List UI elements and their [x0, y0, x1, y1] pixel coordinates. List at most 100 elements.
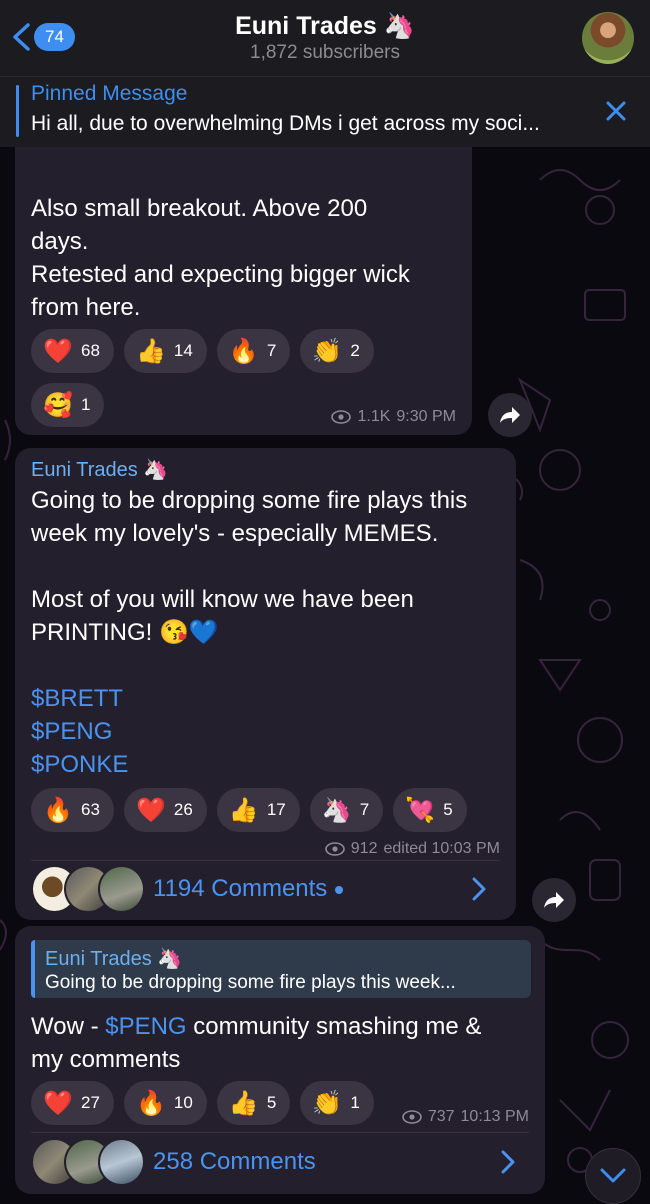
chevron-right-icon [501, 1150, 515, 1174]
message-bubble[interactable]: Euni Trades 🦄 Going to be dropping some … [15, 926, 545, 1194]
channel-avatar[interactable] [582, 12, 634, 64]
scroll-down-button[interactable] [585, 1148, 641, 1204]
reactions-row: 🔥 63 ❤️ 26 👍 17 🦄 7 💘 5 [31, 788, 467, 832]
thumbs-up-icon: 👍 [135, 337, 166, 365]
message-text: Also small breakout. Above 200 days. Ret… [31, 192, 410, 324]
message-line: week my lovely's - especially MEMES. [31, 520, 439, 547]
message-text: Going to be dropping some fire plays thi… [31, 484, 467, 781]
ticker-link[interactable]: $PENG [31, 715, 467, 748]
reaction-unicorn[interactable]: 🦄 7 [309, 788, 384, 832]
reaction-thumbs-up[interactable]: 👍 5 [216, 1081, 291, 1125]
message-meta: 1.1K 9:30 PM [331, 408, 456, 426]
reaction-heart[interactable]: ❤️ 27 [31, 1081, 114, 1125]
message-line: my comments [31, 1046, 181, 1073]
clap-icon: 👏 [312, 337, 343, 365]
heart-icon: ❤️ [43, 337, 73, 365]
message-time: 10:13 PM [460, 1108, 529, 1125]
chat-header: 74 Euni Trades 🦄 1,872 subscribers [0, 0, 650, 76]
forward-button[interactable] [488, 393, 532, 437]
reaction-count: 17 [266, 800, 286, 819]
reaction-count: 2 [350, 341, 360, 360]
message-line: Most of you will know we have been [31, 586, 414, 613]
reactions-row: ❤️ 27 🔥 10 👍 5 👏 1 [31, 1081, 374, 1125]
message-line: PRINTING! 😘💙 [31, 619, 219, 646]
reaction-clap[interactable]: 👏 1 [300, 1081, 374, 1125]
reaction-count: 5 [443, 800, 453, 819]
commenter-avatars [31, 1138, 145, 1186]
smiling-hearts-icon: 🥰 [43, 391, 73, 419]
reaction-count: 63 [81, 800, 100, 819]
reaction-count: 7 [266, 341, 277, 360]
reaction-clap[interactable]: 👏 2 [300, 329, 374, 373]
message-meta: 737 10:13 PM [402, 1108, 529, 1126]
chevron-right-icon [472, 877, 486, 901]
channel-title[interactable]: Euni Trades 🦄 [0, 12, 650, 41]
view-count: 737 [427, 1108, 455, 1125]
ticker-link[interactable]: $PENG [105, 1013, 186, 1040]
heart-icon: ❤️ [43, 1089, 73, 1117]
comments-count: 258 Comments [153, 1148, 316, 1175]
unread-dot [335, 885, 344, 894]
commenter-avatars [31, 865, 145, 913]
thumbs-up-icon: 👍 [228, 796, 259, 824]
reaction-thumbs-up[interactable]: 👍 14 [123, 329, 207, 373]
reaction-count: 27 [81, 1093, 100, 1112]
forward-icon [500, 407, 520, 423]
forward-icon [544, 892, 564, 908]
ticker-link[interactable]: $BRETT [31, 682, 467, 715]
reaction-fire[interactable]: 🔥 7 [216, 329, 291, 373]
message-line: Also small breakout. Above 200 [31, 195, 368, 222]
reaction-smiling-hearts[interactable]: 🥰 1 [31, 383, 105, 427]
reply-quote[interactable]: Euni Trades 🦄 Going to be dropping some … [31, 940, 531, 998]
thumbs-up-icon: 👍 [228, 1089, 259, 1117]
message-line: Wow - $PENG community smashing me & [31, 1010, 481, 1043]
close-icon[interactable] [602, 97, 630, 125]
reaction-heart[interactable]: ❤️ 68 [31, 329, 114, 373]
reactions-row: ❤️ 68 👍 14 🔥 7 👏 2 [31, 329, 374, 373]
reaction-count: 14 [173, 341, 193, 360]
quote-indicator [31, 940, 35, 998]
avatar [97, 865, 145, 913]
fire-icon: 🔥 [43, 796, 73, 824]
reaction-fire[interactable]: 🔥 10 [123, 1081, 207, 1125]
reaction-heart-arrow[interactable]: 💘 5 [393, 788, 467, 832]
heart-arrow-icon: 💘 [405, 796, 436, 824]
message-line [31, 550, 467, 583]
sender-name[interactable]: Euni Trades 🦄 [31, 457, 168, 482]
text-segment: Wow - [31, 1013, 106, 1040]
pinned-title: Pinned Message [31, 82, 188, 105]
message-line: Retested and expecting bigger wick [31, 261, 410, 288]
fire-icon: 🔥 [135, 1089, 166, 1117]
divider [31, 1132, 529, 1133]
eye-icon [324, 842, 345, 856]
pinned-text: Hi all, due to overwhelming DMs i get ac… [31, 112, 540, 135]
reaction-heart[interactable]: ❤️ 26 [123, 788, 207, 832]
reaction-count: 26 [173, 800, 193, 819]
forward-button[interactable] [532, 878, 576, 922]
comments-button[interactable]: 1194 Comments [31, 861, 500, 917]
view-count: 912 [350, 840, 378, 857]
quote-sender: Euni Trades 🦄 [45, 948, 183, 970]
view-count: 1.1K [357, 408, 391, 425]
fire-icon: 🔥 [228, 337, 259, 365]
message-bubble[interactable]: Euni Trades 🦄 Going to be dropping some … [15, 448, 516, 920]
subscriber-count: 1,872 subscribers [250, 42, 400, 63]
reaction-count: 68 [81, 341, 100, 360]
reaction-thumbs-up[interactable]: 👍 17 [216, 788, 300, 832]
comments-label: 1194 Comments [153, 875, 328, 902]
reaction-count: 1 [350, 1093, 360, 1112]
comments-button[interactable]: 258 Comments [31, 1134, 529, 1190]
reaction-count: 7 [359, 800, 370, 819]
chevron-down-icon [600, 1168, 626, 1183]
message-line: from here. [31, 294, 141, 321]
avatar [97, 1138, 145, 1186]
pinned-indicator [16, 85, 19, 137]
pinned-message-bar[interactable]: Pinned Message Hi all, due to overwhelmi… [0, 76, 650, 147]
quote-text: Going to be dropping some fire plays thi… [45, 972, 456, 993]
reaction-count: 5 [266, 1093, 277, 1112]
message-meta: 912 edited 10:03 PM [324, 840, 500, 858]
ticker-link[interactable]: $PONKE [31, 748, 467, 781]
reaction-fire[interactable]: 🔥 63 [31, 788, 114, 832]
reactions-row: 🥰 1 [31, 383, 105, 427]
message-bubble[interactable]: Also small breakout. Above 200 days. Ret… [15, 100, 472, 435]
